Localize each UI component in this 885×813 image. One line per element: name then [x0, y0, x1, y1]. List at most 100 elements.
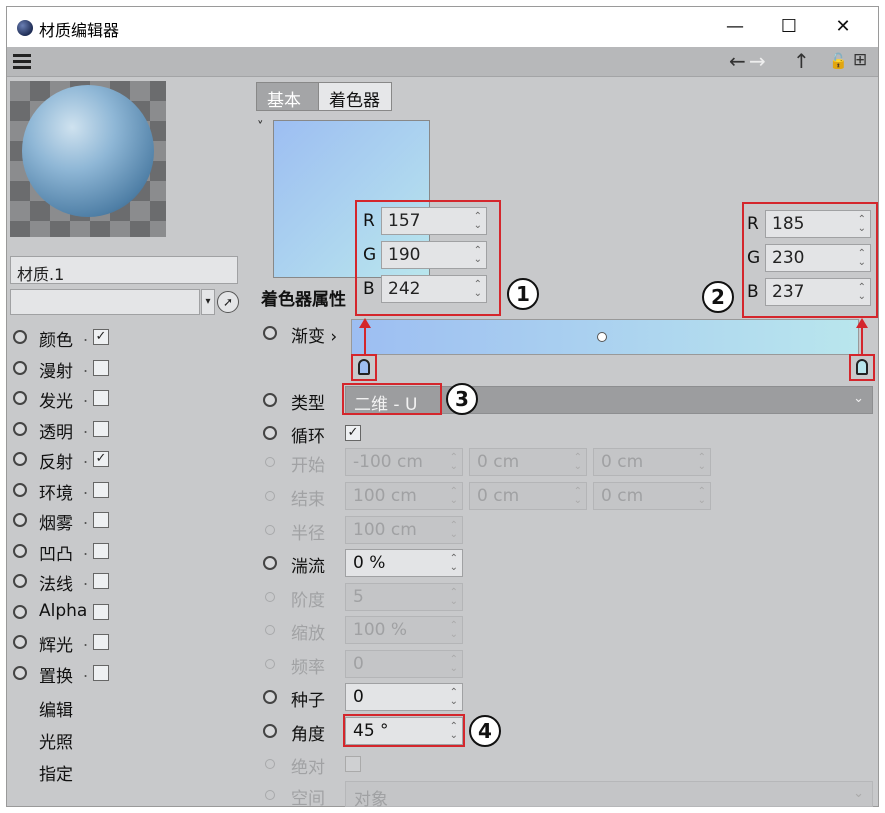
end-y-input[interactable]: 0 cm ⌃ ⌄	[469, 482, 587, 510]
channel-checkbox[interactable]	[93, 481, 109, 498]
cycle-checkbox[interactable]: ✓	[345, 425, 361, 441]
turbulence-input[interactable]: 0 % ⌃ ⌄	[345, 549, 463, 577]
chevron-down-icon[interactable]: ▾	[201, 289, 215, 315]
channel-label[interactable]: 烟雾	[39, 509, 73, 534]
channel-row[interactable]: 发光.	[7, 384, 245, 412]
channel-label[interactable]: 法线	[39, 570, 73, 595]
channel-checkbox[interactable]	[93, 603, 109, 620]
animate-radio-icon[interactable]	[13, 513, 27, 527]
animate-radio-icon[interactable]	[13, 543, 27, 558]
radius-input[interactable]: 100 cm ⌃ ⌄	[345, 516, 463, 544]
channel-checkbox[interactable]	[93, 664, 109, 681]
material-select-field[interactable]	[10, 289, 200, 315]
forward-arrow-icon[interactable]: →	[749, 49, 766, 73]
animate-radio-icon[interactable]	[13, 391, 27, 405]
start-z-input[interactable]: 0 cm ⌃ ⌄	[593, 448, 711, 476]
lock-icon[interactable]: 🔓	[829, 52, 848, 70]
channel-label[interactable]: 置换	[39, 662, 73, 687]
end-z-input[interactable]: 0 cm ⌃ ⌄	[593, 482, 711, 510]
animate-radio-icon[interactable]	[265, 592, 275, 602]
octaves-input[interactable]: 5 ⌃ ⌄	[345, 583, 463, 611]
material-name-field[interactable]: 材质.1	[10, 256, 238, 284]
channel-row[interactable]: 凹凸.	[7, 537, 245, 565]
channel-row[interactable]: 辉光.	[7, 628, 245, 656]
animate-radio-icon[interactable]	[265, 491, 275, 501]
channel-row[interactable]: 透明.	[7, 415, 245, 443]
channel-label[interactable]: 辉光	[39, 631, 73, 656]
animate-radio-icon[interactable]	[13, 665, 27, 680]
close-button[interactable]: ✕	[829, 13, 857, 41]
end-x-input[interactable]: 100 cm ⌃ ⌄	[345, 482, 463, 510]
animate-radio-icon[interactable]	[265, 457, 275, 467]
channel-label[interactable]: 发光	[39, 387, 73, 412]
collapse-chevron-icon[interactable]: ˅	[257, 120, 264, 135]
animate-radio-icon[interactable]	[265, 525, 275, 535]
animate-radio-icon[interactable]	[13, 330, 27, 344]
animate-radio-icon[interactable]	[13, 574, 27, 588]
seed-input[interactable]: 0 ⌃ ⌄	[345, 683, 463, 711]
hamburger-icon[interactable]	[13, 54, 31, 69]
sidebar-link-illumination[interactable]: 光照	[39, 728, 73, 753]
channel-row[interactable]: 反射. ✓	[7, 445, 245, 473]
animate-radio-icon[interactable]	[13, 635, 27, 649]
channel-row[interactable]: 颜色. ✓	[7, 323, 245, 351]
channel-label[interactable]: Alpha	[39, 601, 87, 621]
animate-radio-icon[interactable]	[13, 360, 27, 375]
minimize-button[interactable]: —	[721, 13, 749, 41]
frequency-input[interactable]: 0 ⌃ ⌄	[345, 650, 463, 678]
gradient-bar[interactable]	[351, 319, 859, 355]
scale-input[interactable]: 100 % ⌃ ⌄	[345, 616, 463, 644]
maximize-button[interactable]: ☐	[775, 13, 803, 41]
channel-row[interactable]: 环境.	[7, 476, 245, 504]
channel-checkbox[interactable]	[93, 512, 109, 528]
animate-radio-icon[interactable]	[13, 482, 27, 497]
start-x-input[interactable]: -100 cm ⌃ ⌄	[345, 448, 463, 476]
animate-radio-icon[interactable]	[263, 426, 277, 440]
animate-radio-icon[interactable]	[13, 604, 27, 619]
sidebar-link-edit[interactable]: 编辑	[39, 696, 73, 721]
animate-radio-icon[interactable]	[265, 659, 275, 669]
channel-row[interactable]: 烟雾.	[7, 506, 245, 534]
animate-radio-icon[interactable]	[263, 690, 277, 704]
animate-radio-icon[interactable]	[265, 790, 275, 800]
animate-radio-icon[interactable]	[263, 326, 277, 340]
channel-label[interactable]: 反射	[39, 448, 73, 473]
channel-label[interactable]: 透明	[39, 418, 73, 443]
material-preview[interactable]	[10, 81, 166, 237]
new-panel-icon[interactable]: ⊞	[853, 50, 867, 70]
channel-checkbox[interactable]: ✓	[93, 329, 109, 345]
channel-row[interactable]: Alpha	[7, 598, 245, 626]
animate-radio-icon[interactable]	[265, 625, 275, 635]
channel-checkbox[interactable]	[93, 420, 109, 437]
back-arrow-icon[interactable]: ←	[729, 49, 746, 73]
sidebar-link-assign[interactable]: 指定	[39, 760, 73, 785]
animate-radio-icon[interactable]	[263, 393, 277, 407]
animate-radio-icon[interactable]	[263, 724, 277, 738]
channel-checkbox[interactable]	[93, 390, 109, 406]
callout-badge-3: 3	[446, 383, 478, 415]
channel-checkbox[interactable]	[93, 573, 109, 589]
up-arrow-icon[interactable]: ↑	[793, 49, 810, 73]
absolute-checkbox[interactable]	[345, 756, 361, 772]
channel-checkbox[interactable]	[93, 634, 109, 650]
animate-radio-icon[interactable]	[13, 421, 27, 436]
channel-checkbox[interactable]: ✓	[93, 451, 109, 467]
channel-label[interactable]: 颜色	[39, 326, 73, 351]
animate-radio-icon[interactable]	[13, 452, 27, 466]
tab-basic[interactable]: 基本	[256, 82, 319, 111]
channel-label[interactable]: 凹凸	[39, 540, 73, 565]
animate-radio-icon[interactable]	[263, 556, 277, 570]
channel-row[interactable]: 置换.	[7, 659, 245, 687]
start-y-input[interactable]: 0 cm ⌃ ⌄	[469, 448, 587, 476]
channel-checkbox[interactable]	[93, 359, 109, 376]
gradient-midpoint-handle[interactable]	[597, 332, 607, 342]
pick-arrow-icon[interactable]: ➚	[217, 291, 239, 313]
space-dropdown[interactable]: 对象 ⌄	[345, 781, 873, 810]
animate-radio-icon[interactable]	[265, 759, 275, 769]
channel-row[interactable]: 法线.	[7, 567, 245, 595]
channel-checkbox[interactable]	[93, 542, 109, 559]
tab-shader[interactable]: 着色器	[318, 82, 392, 111]
channel-label[interactable]: 漫射	[39, 357, 73, 382]
channel-row[interactable]: 漫射.	[7, 354, 245, 382]
channel-label[interactable]: 环境	[39, 479, 73, 504]
